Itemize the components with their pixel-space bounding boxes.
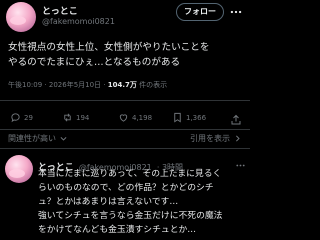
reply-text-line: 本当にたまに巡りあって、その上たまに見るく bbox=[38, 169, 222, 179]
bookmark-action[interactable]: 1,366 bbox=[172, 112, 206, 123]
more-options-icon[interactable] bbox=[235, 156, 246, 167]
reply-text: 本当にたまに巡りあって、その上たまに見るく らいのものなので、どの作品？とかどの… bbox=[38, 167, 222, 237]
author-display-name[interactable]: とっとこ bbox=[42, 4, 78, 17]
more-options-icon[interactable] bbox=[229, 4, 243, 18]
author-handle[interactable]: @fakemomoi0821 bbox=[42, 17, 115, 26]
divider bbox=[0, 148, 250, 149]
divider bbox=[0, 100, 250, 101]
repost-icon bbox=[64, 113, 71, 122]
view-quotes-label: 引用を表示 bbox=[190, 134, 230, 143]
reply-count: 29 bbox=[24, 113, 33, 122]
reply-text-line: らいのものなので、どの作品？とかどのシチ bbox=[38, 183, 214, 193]
chevron-right-icon bbox=[236, 135, 240, 142]
bookmark-count: 1,366 bbox=[186, 113, 207, 122]
reply-text-line: 強いてシチュを言うなら金玉だけに不死の魔法 bbox=[38, 211, 223, 221]
post-text-line: 女性視点の女性上位、女性側がやりたいことを bbox=[8, 42, 210, 53]
view-quotes-link[interactable]: 引用を表示 bbox=[190, 133, 242, 144]
sort-selector[interactable]: 関連性が高い bbox=[8, 133, 68, 144]
reply-avatar[interactable] bbox=[5, 155, 33, 183]
share-icon[interactable] bbox=[230, 111, 242, 125]
bookmark-icon bbox=[174, 112, 181, 123]
like-count: 4,198 bbox=[132, 113, 153, 122]
reply-icon bbox=[11, 113, 20, 123]
views-label: 件の表示 bbox=[139, 81, 168, 89]
post-text: 女性視点の女性上位、女性側がやりたいことを やるのでたまにひぇ…となるものがある bbox=[8, 40, 209, 70]
avatar[interactable] bbox=[6, 2, 36, 32]
post-meta: 午後10:09 · 2026年5月10日 · 104.7万 件の表示 bbox=[8, 81, 168, 89]
follow-button[interactable]: フォロー bbox=[176, 3, 224, 21]
repost-action[interactable]: 194 bbox=[62, 112, 89, 123]
views-count: 104.7万 bbox=[107, 81, 137, 89]
reply-text-line: をかけてなんども金玉潰すシチュとか… bbox=[38, 225, 197, 235]
reply-action[interactable]: 29 bbox=[10, 112, 33, 123]
chevron-down-icon bbox=[60, 137, 67, 141]
sort-label: 関連性が高い bbox=[8, 134, 56, 143]
post-date[interactable]: 2026年5月10日 bbox=[49, 81, 101, 89]
post-time[interactable]: 午後10:09 bbox=[8, 81, 42, 89]
divider bbox=[0, 129, 250, 130]
repost-count: 194 bbox=[76, 113, 90, 122]
like-action[interactable]: 4,198 bbox=[118, 112, 152, 123]
reply-text-line: ュ？とかはあまりは言えないです… bbox=[38, 197, 179, 207]
heart-icon bbox=[119, 114, 128, 122]
post-text-line: やるのでたまにひぇ…となるものがある bbox=[8, 57, 181, 68]
